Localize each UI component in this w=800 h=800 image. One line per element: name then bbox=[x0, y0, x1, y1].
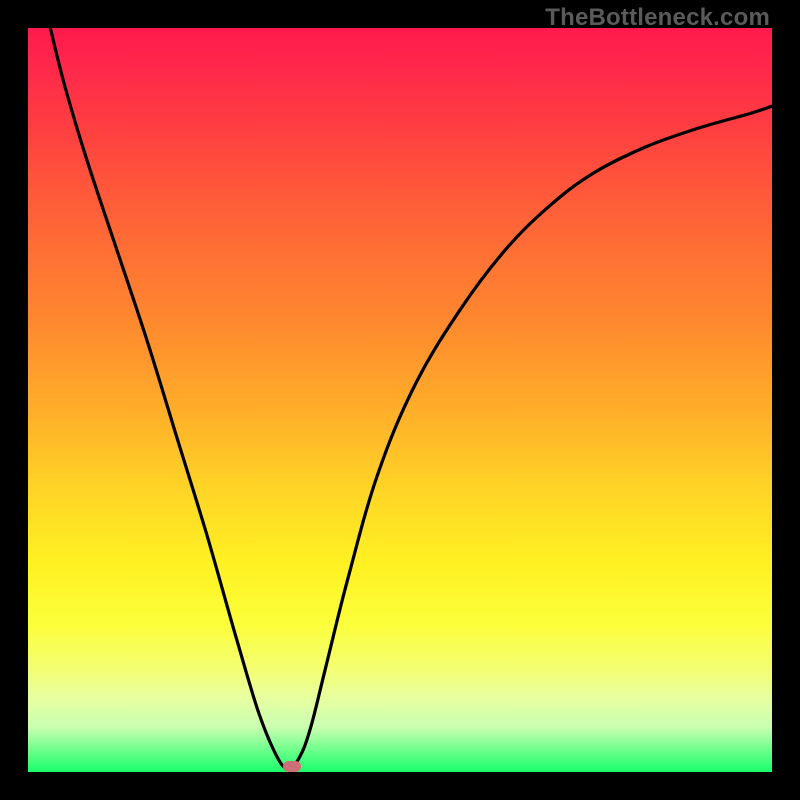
plot-area bbox=[28, 28, 772, 772]
bottleneck-curve bbox=[50, 28, 772, 768]
min-marker bbox=[283, 761, 301, 772]
curve-svg bbox=[28, 28, 772, 772]
chart-frame: TheBottleneck.com bbox=[0, 0, 800, 800]
